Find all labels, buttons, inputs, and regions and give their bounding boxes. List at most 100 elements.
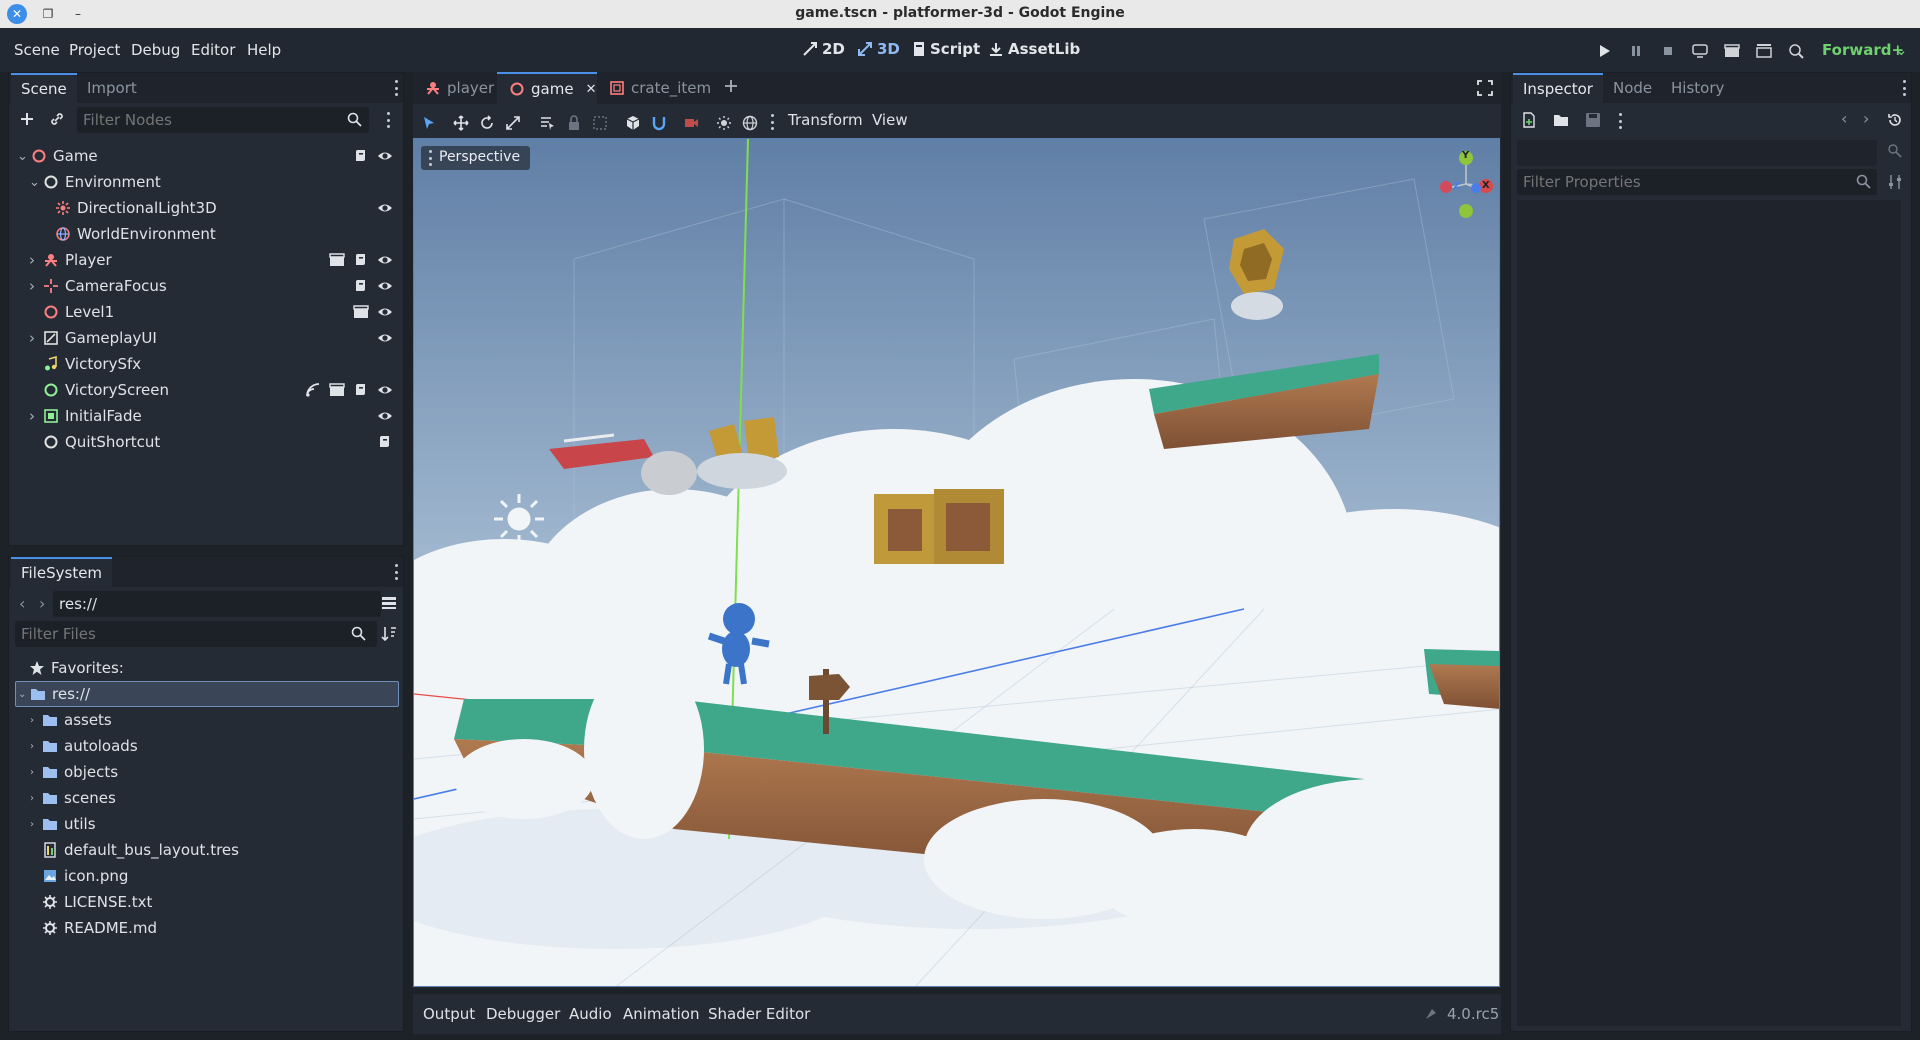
chevron-down-icon[interactable]: ⌄ xyxy=(17,149,28,164)
menu-help[interactable]: Help xyxy=(247,41,281,59)
remote-debug-button[interactable] xyxy=(1689,40,1711,62)
scene-node-row[interactable]: ⌄ Game xyxy=(9,143,403,169)
scene-options-icon[interactable] xyxy=(385,112,391,128)
folder-row[interactable]: › scenes xyxy=(9,785,403,811)
add-node-button[interactable] xyxy=(19,111,35,127)
lock-button[interactable] xyxy=(563,112,585,134)
script-icon[interactable] xyxy=(353,252,369,268)
visibility-icon[interactable] xyxy=(377,408,393,424)
path-input[interactable] xyxy=(53,591,381,617)
tab-scene[interactable]: Scene xyxy=(11,73,77,103)
chevron-right-icon[interactable]: › xyxy=(29,277,39,295)
dock-menu-icon[interactable] xyxy=(1901,80,1907,96)
chevron-right-icon[interactable]: › xyxy=(29,251,39,269)
tab-import[interactable]: Import xyxy=(77,73,147,103)
instance-icon[interactable] xyxy=(329,382,345,398)
filter-nodes-input[interactable] xyxy=(77,107,369,133)
folder-row[interactable]: › autoloads xyxy=(9,733,403,759)
tab-output[interactable]: Output xyxy=(423,1005,475,1023)
filter-files-input[interactable] xyxy=(15,621,377,647)
script-icon[interactable] xyxy=(353,278,369,294)
scale-mode-button[interactable] xyxy=(502,112,524,134)
chevron-down-icon[interactable]: ⌄ xyxy=(18,689,28,700)
chevron-right-icon[interactable]: › xyxy=(29,329,39,347)
visibility-icon[interactable] xyxy=(377,252,393,268)
stop-button[interactable] xyxy=(1657,40,1679,62)
scene-node-row[interactable]: › GameplayUI xyxy=(9,325,403,351)
tab-debugger[interactable]: Debugger xyxy=(486,1005,560,1023)
previous-object-icon[interactable]: ‹ xyxy=(1841,109,1847,128)
new-resource-button[interactable] xyxy=(1521,112,1537,128)
chevron-right-icon[interactable]: › xyxy=(30,819,40,830)
chevron-down-icon[interactable]: ⌄ xyxy=(1895,41,1908,59)
file-row[interactable]: README.md xyxy=(9,915,403,941)
pause-button[interactable] xyxy=(1625,40,1647,62)
renderer-select[interactable]: Forward+ xyxy=(1822,41,1904,59)
play-custom-scene-button[interactable] xyxy=(1753,40,1775,62)
scene-node-row[interactable]: VictorySfx xyxy=(9,351,403,377)
next-object-icon[interactable]: › xyxy=(1863,109,1869,128)
scene-node-row[interactable]: ⌄ Environment xyxy=(9,169,403,195)
folder-row[interactable]: › utils xyxy=(9,811,403,837)
scene-node-row[interactable]: › Player xyxy=(9,247,403,273)
transform-menu[interactable]: Transform xyxy=(788,111,863,129)
scene-node-row[interactable]: Level1 xyxy=(9,299,403,325)
menu-debug[interactable]: Debug xyxy=(131,41,180,59)
local-space-button[interactable] xyxy=(622,112,644,134)
folder-row[interactable]: › objects xyxy=(9,759,403,785)
script-icon[interactable] xyxy=(353,382,369,398)
menu-editor[interactable]: Editor xyxy=(191,41,235,59)
forward-icon[interactable]: › xyxy=(39,594,45,613)
object-selector[interactable] xyxy=(1517,140,1877,166)
res-root-row[interactable]: ⌄ res:// xyxy=(15,681,399,707)
menu-project[interactable]: Project xyxy=(69,41,120,59)
toggle-sun-button[interactable] xyxy=(713,112,735,134)
move-mode-button[interactable] xyxy=(450,112,472,134)
property-settings-icon[interactable] xyxy=(1887,174,1903,190)
scene-tab-game[interactable]: game ✕ xyxy=(497,72,597,104)
script-icon[interactable] xyxy=(353,148,369,164)
visibility-icon[interactable] xyxy=(377,148,393,164)
scene-node-row[interactable]: QuitShortcut xyxy=(9,429,403,455)
snap-button[interactable] xyxy=(648,112,670,134)
tab-node[interactable]: Node xyxy=(1603,73,1662,103)
play-scene-button[interactable] xyxy=(1721,40,1743,62)
rotate-mode-button[interactable] xyxy=(476,112,498,134)
dock-menu-icon[interactable] xyxy=(393,80,399,96)
load-resource-button[interactable] xyxy=(1553,112,1569,128)
tab-animation[interactable]: Animation xyxy=(623,1005,699,1023)
scene-node-row[interactable]: VictoryScreen xyxy=(9,377,403,403)
history-button[interactable] xyxy=(1887,112,1903,128)
visibility-icon[interactable] xyxy=(377,382,393,398)
chevron-right-icon[interactable]: › xyxy=(30,715,40,726)
file-row[interactable]: default_bus_layout.tres xyxy=(9,837,403,863)
group-button[interactable] xyxy=(589,112,611,134)
chevron-right-icon[interactable]: › xyxy=(30,741,40,752)
inspector-options-icon[interactable] xyxy=(1617,113,1623,129)
tab-inspector[interactable]: Inspector xyxy=(1513,73,1603,103)
workspace-assetlib-button[interactable]: AssetLib xyxy=(988,40,1080,58)
sort-icon[interactable] xyxy=(381,626,397,641)
toggle-split-icon[interactable] xyxy=(381,596,397,610)
play-project-button[interactable] xyxy=(1593,40,1615,62)
close-icon[interactable]: ✕ xyxy=(586,82,597,97)
signal-icon[interactable] xyxy=(305,382,321,398)
update-spinner-icon[interactable] xyxy=(1423,1006,1439,1022)
chevron-right-icon[interactable]: › xyxy=(30,767,40,778)
distraction-free-button[interactable] xyxy=(1477,80,1493,96)
favorites-row[interactable]: Favorites: xyxy=(9,655,403,681)
view-menu[interactable]: View xyxy=(872,111,908,129)
tab-filesystem[interactable]: FileSystem xyxy=(11,557,113,587)
visibility-icon[interactable] xyxy=(377,330,393,346)
3d-viewport[interactable]: Perspective Y Z X xyxy=(413,138,1500,987)
tab-shader-editor[interactable]: Shader Editor xyxy=(708,1005,810,1023)
chevron-down-icon[interactable]: ⌄ xyxy=(29,175,40,190)
toggle-environment-button[interactable] xyxy=(739,112,761,134)
visibility-icon[interactable] xyxy=(377,200,393,216)
select-mode-button[interactable] xyxy=(418,112,440,134)
scene-node-row[interactable]: › InitialFade xyxy=(9,403,403,429)
scene-tab-crate-item[interactable]: crate_item xyxy=(597,72,711,104)
tab-history[interactable]: History xyxy=(1661,73,1734,103)
visibility-icon[interactable] xyxy=(377,304,393,320)
filter-properties-input[interactable] xyxy=(1517,169,1877,195)
